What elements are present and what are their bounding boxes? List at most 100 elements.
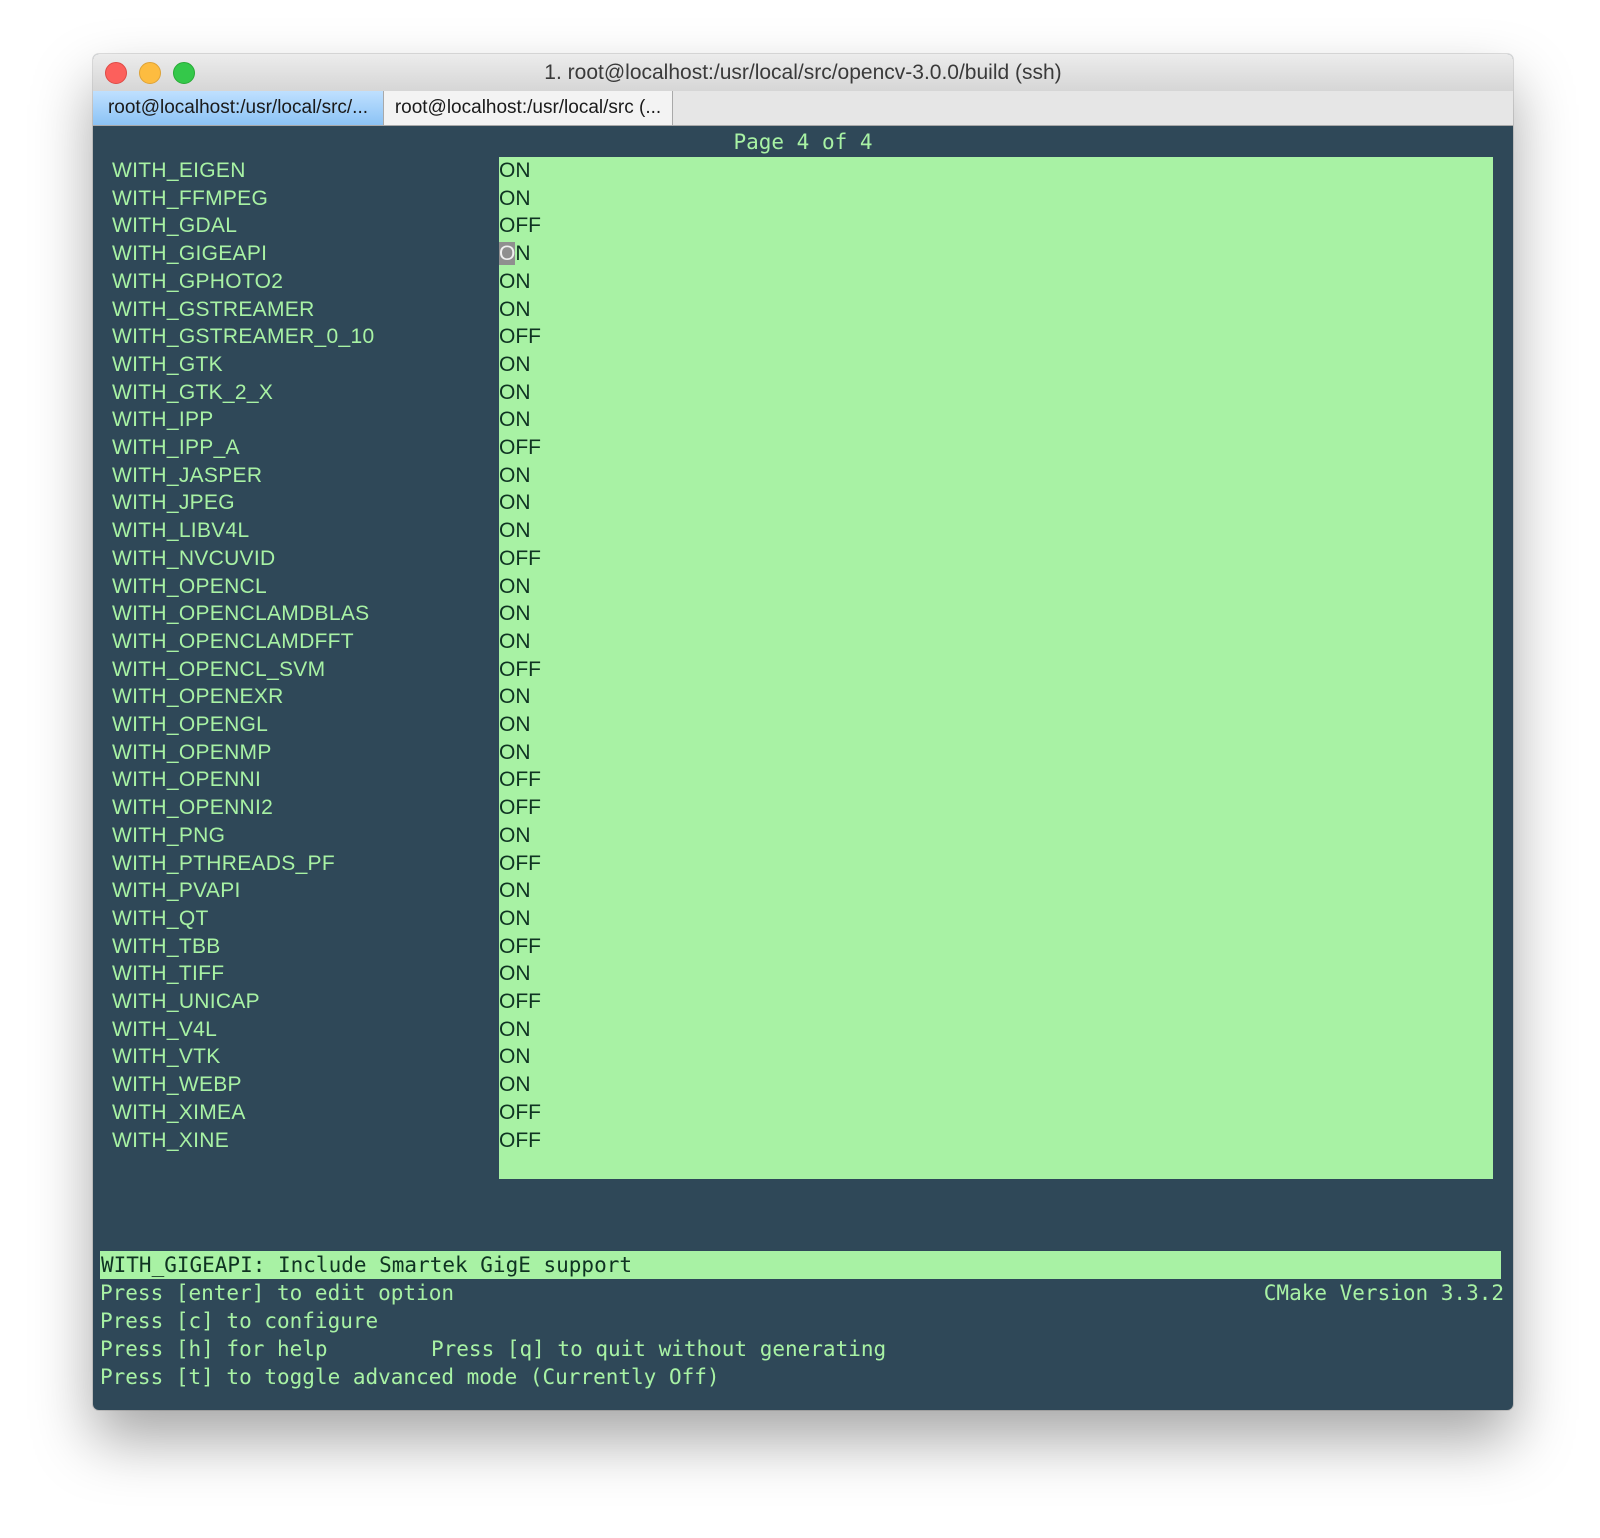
option-value[interactable]: ON xyxy=(499,628,531,656)
option-value[interactable]: OFF xyxy=(499,1099,541,1127)
option-value[interactable]: ON xyxy=(499,406,531,434)
option-name: WITH_FFMPEG xyxy=(112,186,269,210)
option-value[interactable]: ON xyxy=(499,379,531,407)
option-name: WITH_VTK xyxy=(112,1045,221,1069)
tab-bar: root@localhost:/usr/local/src/... root@l… xyxy=(93,91,1513,126)
option-value[interactable]: ON xyxy=(499,351,531,379)
option-value[interactable]: ON xyxy=(499,1071,531,1099)
option-row[interactable]: WITH_GDAL OFF xyxy=(93,212,1513,240)
option-row[interactable]: WITH_LIBV4L ON xyxy=(93,517,1513,545)
option-value[interactable]: ON xyxy=(499,739,531,767)
tab-1[interactable]: root@localhost:/usr/local/src/... xyxy=(93,91,384,125)
option-name: WITH_GSTREAMER_0_10 xyxy=(112,325,375,349)
option-value[interactable]: ON xyxy=(499,240,531,268)
option-row[interactable]: WITH_GSTREAMER_0_10 OFF xyxy=(93,323,1513,351)
option-row[interactable]: WITH_OPENNI2 OFF xyxy=(93,794,1513,822)
option-name: WITH_GPHOTO2 xyxy=(112,269,284,293)
option-value[interactable]: ON xyxy=(499,185,531,213)
option-value[interactable]: ON xyxy=(499,711,531,739)
option-value[interactable]: ON xyxy=(499,296,531,324)
option-row[interactable]: WITH_GTK_2_X ON xyxy=(93,379,1513,407)
text-cursor: O xyxy=(499,242,516,266)
option-row[interactable]: WITH_OPENCL_SVM OFF xyxy=(93,656,1513,684)
option-value[interactable]: OFF xyxy=(499,212,541,240)
option-row[interactable]: WITH_FFMPEG ON xyxy=(93,185,1513,213)
option-row[interactable]: WITH_TBB OFF xyxy=(93,933,1513,961)
option-row[interactable]: WITH_OPENCLAMDFFT ON xyxy=(93,628,1513,656)
option-value[interactable]: ON xyxy=(499,157,531,185)
option-name: WITH_PVAPI xyxy=(112,879,241,903)
option-value[interactable]: ON xyxy=(499,517,531,545)
terminal-area[interactable]: Page 4 of 4 WITH_EIGEN ON WITH_FFMPEG ON WIT… xyxy=(93,126,1513,1410)
option-value[interactable]: ON xyxy=(499,489,531,517)
option-value[interactable]: ON xyxy=(499,1016,531,1044)
title-bar[interactable]: 1. root@localhost:/usr/local/src/opencv-… xyxy=(93,54,1513,92)
option-name: WITH_LIBV4L xyxy=(112,519,250,543)
option-row[interactable]: WITH_PNG ON xyxy=(93,822,1513,850)
option-name: WITH_EIGEN xyxy=(112,159,246,182)
option-row[interactable]: WITH_JPEG ON xyxy=(93,489,1513,517)
option-value[interactable]: ON xyxy=(499,683,531,711)
option-row[interactable]: WITH_EIGEN ON xyxy=(93,157,1513,185)
option-row[interactable]: WITH_XINE OFF xyxy=(93,1127,1513,1155)
option-row[interactable]: WITH_PTHREADS_PF OFF xyxy=(93,850,1513,878)
option-value[interactable]: OFF xyxy=(499,766,541,794)
option-value[interactable]: OFF xyxy=(499,545,541,573)
option-row[interactable]: WITH_JASPER ON xyxy=(93,462,1513,490)
option-value[interactable]: OFF xyxy=(499,988,541,1016)
option-row[interactable]: WITH_OPENEXR ON xyxy=(93,683,1513,711)
option-name: WITH_GDAL xyxy=(112,214,238,238)
option-value[interactable]: ON xyxy=(499,905,531,933)
option-value[interactable]: OFF xyxy=(499,794,541,822)
option-row[interactable]: WITH_OPENGL ON xyxy=(93,711,1513,739)
option-row[interactable]: WITH_WEBP ON xyxy=(93,1071,1513,1099)
option-row[interactable]: WITH_GSTREAMER ON xyxy=(93,296,1513,324)
option-row[interactable]: WITH_V4L ON xyxy=(93,1016,1513,1044)
option-value[interactable]: OFF xyxy=(499,656,541,684)
option-name: WITH_GSTREAMER xyxy=(112,297,315,321)
option-row[interactable]: WITH_OPENNI OFF xyxy=(93,766,1513,794)
option-name: WITH_OPENGL xyxy=(112,713,269,736)
option-value[interactable]: OFF xyxy=(499,933,541,961)
tab-2[interactable]: root@localhost:/usr/local/src (... xyxy=(384,91,673,125)
option-row[interactable]: WITH_QT ON xyxy=(93,905,1513,933)
option-value[interactable]: OFF xyxy=(499,1127,541,1155)
option-name: WITH_V4L xyxy=(112,1017,218,1041)
option-name: WITH_IPP_A xyxy=(112,436,240,459)
option-name: WITH_OPENCL_SVM xyxy=(112,657,326,681)
help-configure: Press [c] to configure xyxy=(100,1309,379,1333)
option-name: WITH_PNG xyxy=(112,823,226,847)
option-row[interactable]: WITH_OPENMP ON xyxy=(93,739,1513,767)
option-description: WITH_GIGEAPI: Include Smartek GigE suppo… xyxy=(100,1251,1501,1279)
option-row[interactable]: WITH_GPHOTO2 ON xyxy=(93,268,1513,296)
option-value[interactable]: ON xyxy=(499,822,531,850)
option-row[interactable]: WITH_GIGEAPI ON xyxy=(93,240,1513,268)
option-row[interactable]: WITH_GTK ON xyxy=(93,351,1513,379)
option-row[interactable]: WITH_PVAPI ON xyxy=(93,877,1513,905)
option-row[interactable]: WITH_OPENCLAMDBLAS ON xyxy=(93,600,1513,628)
option-value[interactable]: OFF xyxy=(499,850,541,878)
option-value[interactable]: OFF xyxy=(499,434,541,462)
option-row[interactable]: WITH_IPP_A OFF xyxy=(93,434,1513,462)
option-name: WITH_OPENCLAMDBLAS xyxy=(112,602,370,626)
option-name: WITH_NVCUVID xyxy=(112,546,276,570)
option-row[interactable]: WITH_IPP ON xyxy=(93,406,1513,434)
option-name: WITH_GTK_2_X xyxy=(112,380,274,404)
option-value[interactable]: ON xyxy=(499,877,531,905)
option-row[interactable]: WITH_OPENCL ON xyxy=(93,573,1513,601)
option-row[interactable]: WITH_TIFF ON xyxy=(93,960,1513,988)
option-value[interactable]: OFF xyxy=(499,323,541,351)
help-help: Press [h] for help xyxy=(100,1337,328,1361)
option-row[interactable]: WITH_VTK ON xyxy=(93,1043,1513,1071)
option-row[interactable]: WITH_XIMEA OFF xyxy=(93,1099,1513,1127)
option-name: WITH_TIFF xyxy=(112,962,225,986)
page-header: Page 4 of 4 xyxy=(733,130,873,154)
option-value[interactable]: ON xyxy=(499,462,531,490)
option-value[interactable]: ON xyxy=(499,573,531,601)
option-value[interactable]: ON xyxy=(499,1043,531,1071)
option-value[interactable]: ON xyxy=(499,600,531,628)
option-value[interactable]: ON xyxy=(499,268,531,296)
option-row[interactable]: WITH_NVCUVID OFF xyxy=(93,545,1513,573)
option-row[interactable]: WITH_UNICAP OFF xyxy=(93,988,1513,1016)
option-value[interactable]: ON xyxy=(499,960,531,988)
